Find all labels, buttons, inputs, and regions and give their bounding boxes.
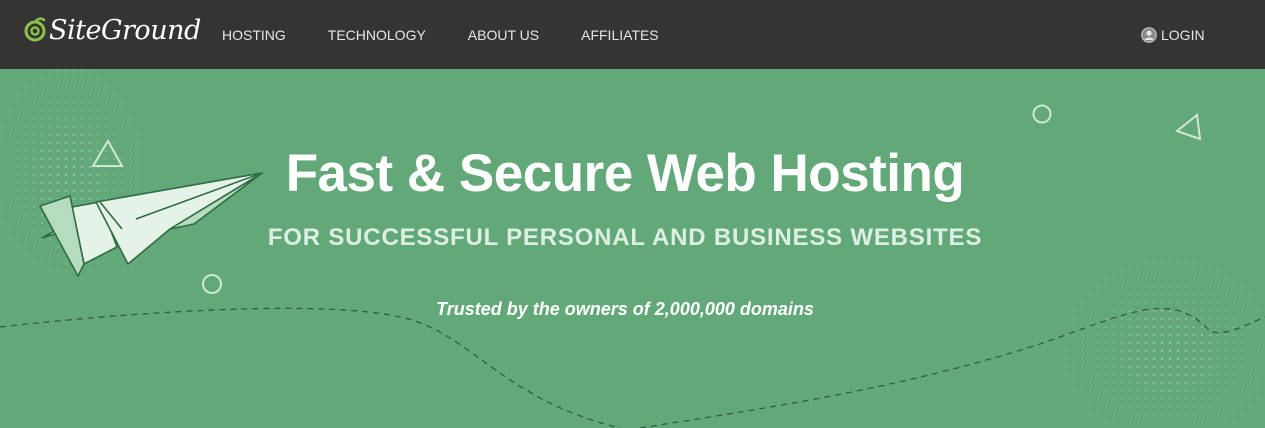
hero-subtitle: FOR SUCCESSFUL PERSONAL AND BUSINESS WEB… — [267, 224, 983, 251]
hero-title: Fast & Secure Web Hosting — [285, 144, 965, 203]
circle-decoration — [202, 274, 222, 294]
nav-item-affiliates[interactable]: AFFILIATES — [581, 27, 659, 43]
trust-statement: Trusted by the owners of 2,000,000 domai… — [436, 299, 814, 319]
nav-item-hosting[interactable]: HOSTING — [222, 27, 286, 43]
siteground-logo[interactable]: SiteGround — [24, 12, 201, 48]
nav-item-about-us[interactable]: ABOUT US — [468, 27, 539, 43]
login-label: LOGIN — [1161, 26, 1205, 43]
hero-section: Fast & Secure Web Hosting FOR SUCCESSFUL… — [0, 69, 1265, 428]
circle-decoration — [1032, 104, 1052, 124]
brand-name: SiteGround — [49, 14, 201, 46]
flight-path-left — [0, 307, 621, 428]
top-navigation-bar: SiteGround HOSTING TECHNOLOGY ABOUT US A… — [0, 0, 1265, 69]
nav-item-technology[interactable]: TECHNOLOGY — [328, 27, 426, 43]
dot-pattern-right — [1050, 239, 1265, 428]
main-nav: HOSTING TECHNOLOGY ABOUT US AFFILIATES — [222, 0, 701, 69]
triangle-decoration — [1174, 113, 1202, 141]
user-circle-icon — [1141, 26, 1157, 43]
login-button[interactable]: LOGIN — [1141, 0, 1205, 69]
siteground-swirl-icon — [24, 17, 46, 43]
